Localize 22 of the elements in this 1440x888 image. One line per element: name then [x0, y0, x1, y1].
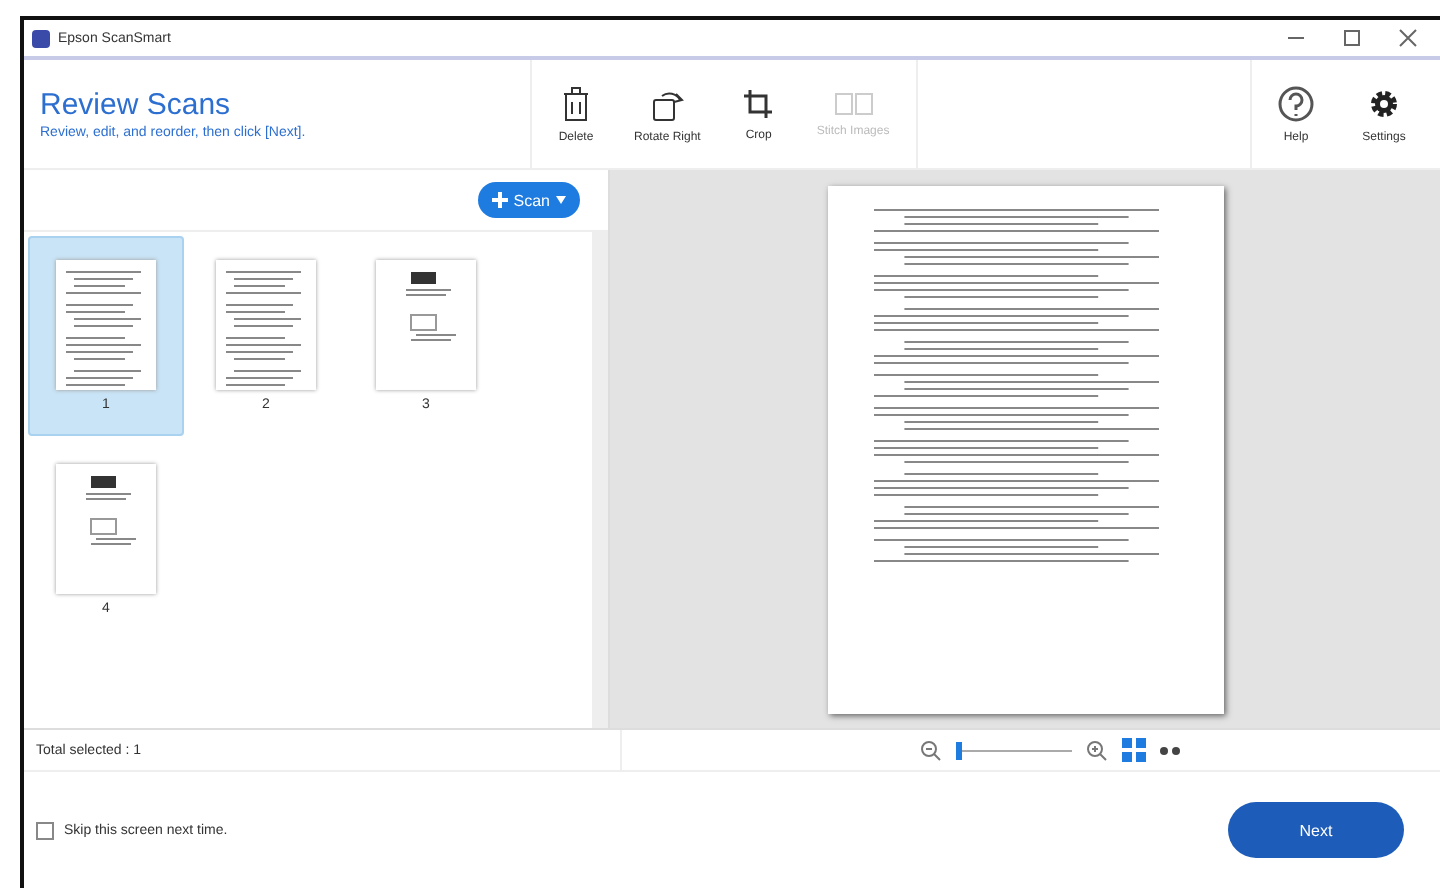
crop-icon — [742, 87, 775, 119]
caret-icon — [556, 196, 566, 204]
two-page-view-icon[interactable] — [1160, 745, 1182, 755]
grid-view-icon[interactable] — [1122, 738, 1146, 762]
skip-checkbox[interactable] — [36, 821, 54, 839]
maximize-icon — [1342, 28, 1362, 48]
settings-icon — [1366, 85, 1402, 121]
page-title: Review Scans — [40, 88, 233, 122]
two-frames-icon — [833, 91, 874, 115]
zoom-out-icon[interactable] — [920, 739, 942, 761]
page-preview-drawing — [376, 260, 476, 390]
page-preview-drawing — [56, 464, 156, 594]
plus-icon — [491, 192, 508, 208]
trash-icon — [562, 85, 590, 121]
page-preview-drawing — [56, 260, 156, 390]
scan-button[interactable]: Scan — [477, 182, 580, 218]
next-button[interactable]: Next — [1228, 802, 1404, 858]
close-icon — [1398, 28, 1418, 48]
app-logo-icon — [32, 29, 50, 47]
help-icon — [1278, 85, 1314, 121]
page-preview-drawing — [216, 260, 316, 390]
zoom-in-icon[interactable] — [1086, 739, 1108, 761]
